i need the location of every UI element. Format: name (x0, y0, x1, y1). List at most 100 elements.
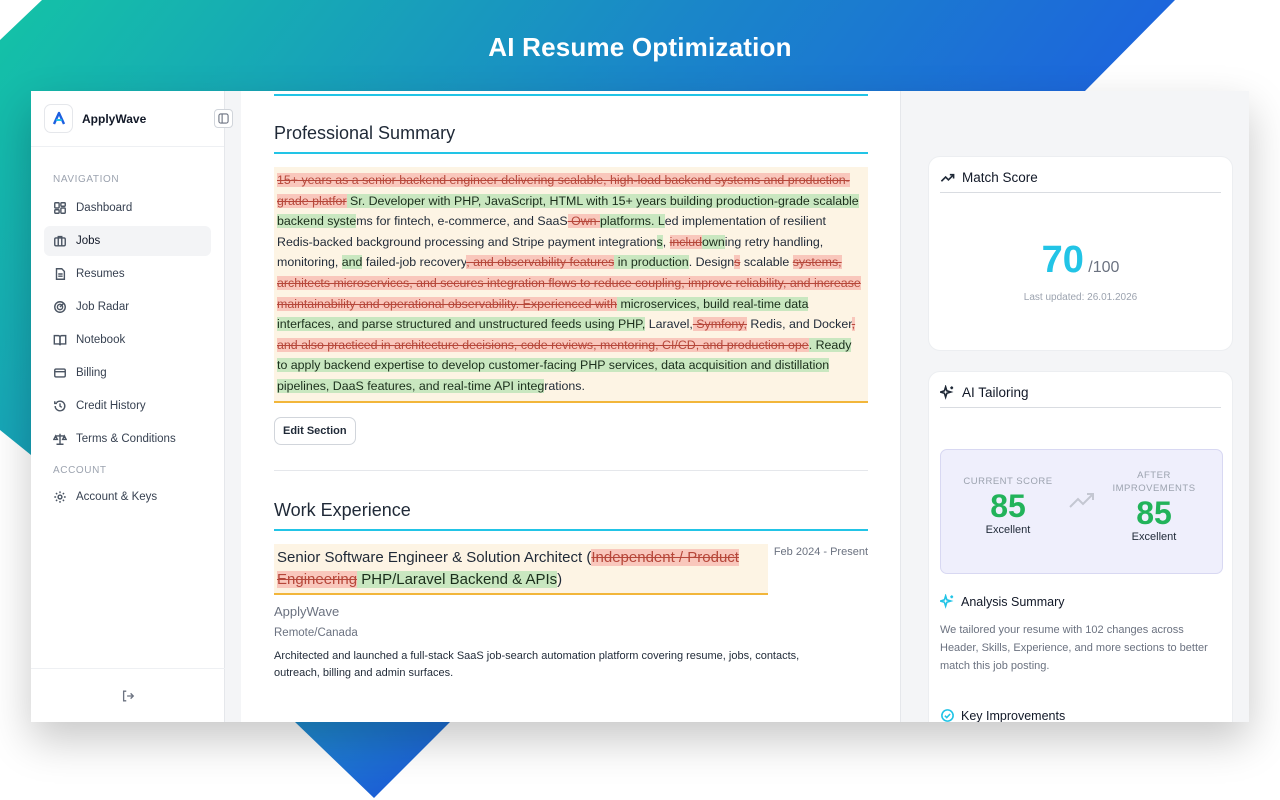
scale-icon (53, 433, 67, 445)
credit-card-icon (54, 368, 66, 378)
match-score-value: 70 /100 (929, 239, 1232, 282)
unchanged-text: , (662, 234, 670, 249)
inserted-text: and (341, 255, 363, 270)
unchanged-text: ms for fintech, e-commerce, and SaaS (356, 214, 568, 229)
last-updated: Last updated: 26.01.2026 (1023, 292, 1138, 303)
key-improvements-title: Key Improvements (961, 708, 1066, 723)
sidebar-item-label: Resumes (76, 268, 125, 280)
after-score-label: AFTER IMPROVEMENTS (1112, 470, 1196, 494)
history-icon (54, 400, 66, 412)
unchanged-text: failed-job recovery (362, 255, 467, 270)
trending-up-icon (940, 173, 955, 182)
sidebar-item-job-radar[interactable]: Job Radar (44, 292, 211, 322)
sidebar-item-label: Terms & Conditions (76, 433, 176, 445)
resume-document: Professional Summary 15+ years as a seni… (241, 91, 901, 722)
applywave-logo-icon (44, 104, 73, 133)
after-score-column: AFTER IMPROVEMENTS 85 Excellent (1099, 469, 1209, 543)
sidebar-collapse-icon[interactable] (214, 109, 233, 128)
sidebar-item-label: Dashboard (76, 202, 133, 214)
match-score-number: 70 (1041, 239, 1084, 281)
key-improvements-header: Key Improvements (940, 708, 1065, 722)
layout-gap (225, 91, 241, 722)
sidebar-item-terms[interactable]: Terms & Conditions (44, 424, 211, 454)
current-score-quality: Excellent (985, 524, 1031, 536)
sidebar-item-account-keys[interactable]: Account & Keys (44, 482, 211, 512)
unchanged-text: . Design (688, 255, 735, 270)
current-score-column: CURRENT SCORE 85 Excellent (953, 475, 1063, 536)
deleted-text: includ (669, 234, 702, 249)
edit-section-button[interactable]: Edit Section (274, 416, 356, 445)
job-description: Architected and launched a full-stack Sa… (274, 649, 800, 679)
radar-icon (54, 301, 66, 313)
sidebar-item-billing[interactable]: Billing (44, 358, 211, 388)
match-score-title: Match Score (962, 170, 1038, 185)
section-heading-summary: Professional Summary (274, 123, 456, 143)
sparkles-icon (940, 385, 954, 400)
professional-summary-diff[interactable]: 15+ years as a senior backend engineer d… (274, 167, 868, 403)
analysis-summary-text: We tailored your resume with 102 changes… (940, 624, 1208, 672)
sidebar-item-notebook[interactable]: Notebook (44, 325, 211, 355)
analysis-summary-title: Analysis Summary (961, 594, 1065, 609)
match-score-header: Match Score (940, 163, 1221, 193)
unchanged-text: rations. (544, 378, 585, 393)
unchanged-text: ) (557, 570, 563, 588)
sidebar-item-label: Account & Keys (76, 491, 158, 503)
unchanged-text: Senior Software Engineer & Solution Arch… (277, 548, 592, 566)
sidebar-item-dashboard[interactable]: Dashboard (44, 193, 211, 223)
current-score-value: 85 (990, 488, 1026, 524)
job-title-diff[interactable]: Senior Software Engineer & Solution Arch… (274, 543, 768, 595)
deleted-text: Own (567, 214, 601, 229)
section-heading-work: Work Experience (274, 499, 411, 520)
match-score-max: /100 (1088, 259, 1120, 276)
app-window: ApplyWave NAVIGATION Dashboard Jobs Resu… (31, 91, 1249, 722)
gear-icon (54, 491, 66, 503)
job-entry: Feb 2024 - Present Senior Software Engin… (274, 543, 868, 682)
score-comparison-box: CURRENT SCORE 85 Excellent AFTER IMPROVE… (940, 449, 1223, 574)
ai-tailoring-header: AI Tailoring (940, 378, 1221, 408)
match-score-card: Match Score 70 /100 Last updated: 26.01.… (928, 156, 1233, 351)
inserted-text: own (702, 234, 725, 249)
resume-content: Professional Summary 15+ years as a seni… (274, 91, 868, 682)
ai-tailoring-card: AI Tailoring CURRENT SCORE 85 Excellent … (928, 371, 1233, 722)
after-score-quality: Excellent (1131, 531, 1177, 543)
deleted-text: Symfony, (692, 317, 747, 332)
account-section-label: ACCOUNT (53, 465, 107, 476)
unchanged-text: Laravel, (645, 317, 693, 332)
logout-icon[interactable] (121, 689, 135, 703)
sidebar-item-credit-history[interactable]: Credit History (44, 391, 211, 421)
check-circle-icon (941, 709, 954, 722)
dashboard-icon (54, 202, 66, 214)
job-date: Feb 2024 - Present (773, 545, 868, 558)
sidebar-footer (31, 668, 225, 722)
sidebar: ApplyWave NAVIGATION Dashboard Jobs Resu… (31, 91, 233, 722)
book-icon (53, 334, 67, 346)
brand[interactable]: ApplyWave (31, 91, 224, 147)
insights-panel: Match Score 70 /100 Last updated: 26.01.… (901, 91, 1249, 722)
after-score-value: 85 (1136, 495, 1172, 531)
ai-tailoring-title: AI Tailoring (962, 385, 1029, 400)
inserted-text: PHP/Laravel Backend & APIs (357, 570, 558, 588)
trend-arrow-icon (1069, 493, 1094, 508)
sparkles-icon (940, 594, 954, 609)
brand-name: ApplyWave (82, 111, 147, 126)
nav-section-label: NAVIGATION (53, 174, 120, 185)
sidebar-item-label: Billing (76, 367, 107, 379)
current-score-label: CURRENT SCORE (963, 476, 1053, 487)
unchanged-text: Redis, and Docker (746, 317, 852, 332)
deleted-text: , and observability features (466, 255, 615, 270)
inserted-text: platforms. L (600, 214, 665, 229)
sidebar-item-label: Jobs (76, 235, 101, 247)
unchanged-text: scalable (740, 255, 793, 270)
document-icon (55, 268, 66, 280)
sidebar-item-jobs[interactable]: Jobs (44, 226, 211, 256)
inserted-text: in production (614, 255, 689, 270)
promo-title: AI Resume Optimization (488, 32, 792, 62)
sidebar-item-label: Job Radar (76, 301, 130, 313)
sidebar-item-label: Notebook (76, 334, 126, 346)
section-rule (274, 528, 868, 531)
job-location: Remote/Canada (274, 626, 358, 639)
sidebar-item-resumes[interactable]: Resumes (44, 259, 211, 289)
job-company: ApplyWave (274, 603, 340, 619)
sidebar-item-label: Credit History (76, 400, 146, 412)
briefcase-icon (54, 235, 66, 247)
